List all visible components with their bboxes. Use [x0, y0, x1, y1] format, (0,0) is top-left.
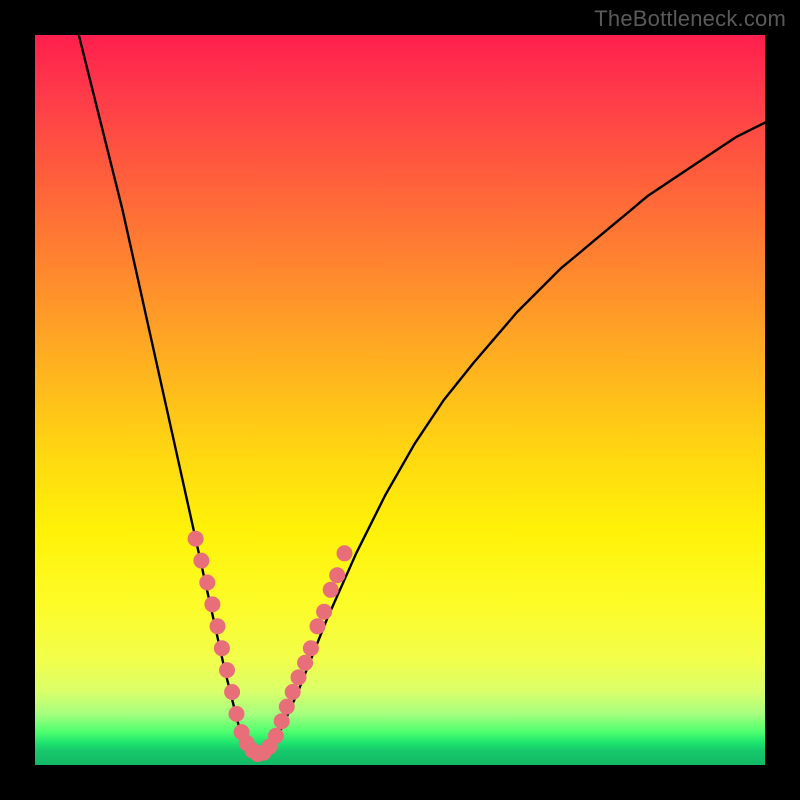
- highlight-dot: [303, 640, 319, 656]
- highlight-dot: [274, 713, 290, 729]
- highlight-dots-right: [268, 545, 353, 744]
- highlight-dot: [204, 596, 220, 612]
- bottleneck-curve: [79, 35, 765, 758]
- highlight-dot: [261, 739, 277, 755]
- highlight-dot: [219, 662, 235, 678]
- highlight-dot: [210, 618, 226, 634]
- highlight-dot: [323, 582, 339, 598]
- highlight-dot: [337, 545, 353, 561]
- highlight-dot: [291, 669, 307, 685]
- highlight-dot: [316, 604, 332, 620]
- highlight-dots-left: [188, 531, 245, 722]
- highlight-dot: [199, 575, 215, 591]
- highlight-dot: [214, 640, 230, 656]
- chart-frame: TheBottleneck.com: [0, 0, 800, 800]
- highlight-dot: [329, 567, 345, 583]
- highlight-dot: [229, 706, 245, 722]
- watermark-text: TheBottleneck.com: [594, 6, 786, 32]
- plot-area: [35, 35, 765, 765]
- highlight-dot: [279, 699, 295, 715]
- highlight-dot: [297, 655, 313, 671]
- highlight-dot: [193, 553, 209, 569]
- highlight-dot: [224, 684, 240, 700]
- chart-svg: [35, 35, 765, 765]
- highlight-dot: [285, 684, 301, 700]
- highlight-dot: [188, 531, 204, 547]
- highlight-dot: [310, 618, 326, 634]
